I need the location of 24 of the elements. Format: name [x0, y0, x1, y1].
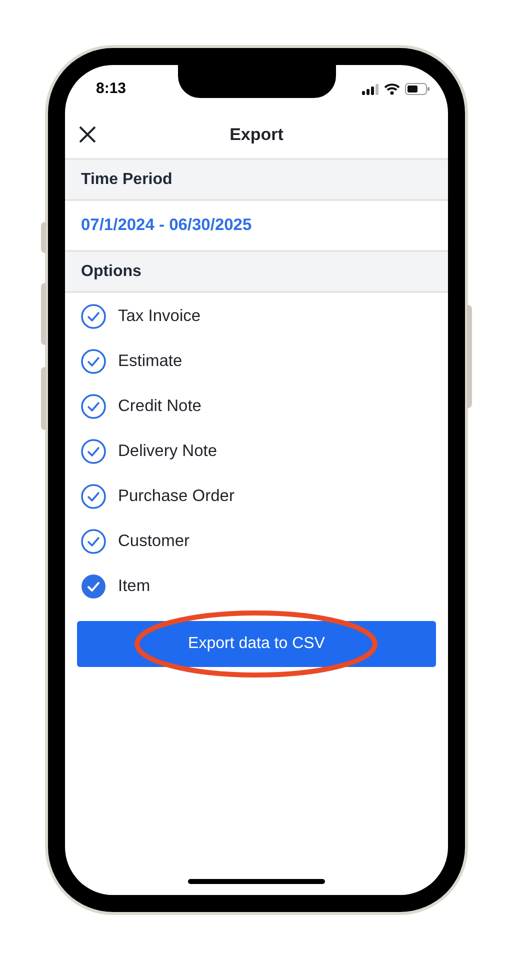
- option-label: Tax Invoice: [118, 306, 201, 328]
- option-label: Customer: [118, 531, 190, 552]
- checked-circle-icon[interactable]: [81, 574, 106, 599]
- option-label: Purchase Order: [118, 486, 234, 508]
- option-label: Item: [118, 576, 150, 598]
- section-heading: Time Period: [81, 170, 172, 190]
- battery-icon: [405, 83, 430, 95]
- screen-title: Export: [230, 124, 284, 146]
- signal-icon: [362, 84, 379, 94]
- check-circle-icon[interactable]: [81, 394, 106, 419]
- date-range[interactable]: 07/1/2024 - 06/30/2025: [81, 213, 252, 238]
- option-label: Estimate: [118, 351, 182, 372]
- export-button[interactable]: Export data to CSV: [77, 621, 436, 667]
- wifi-icon: [384, 83, 400, 95]
- status-time: 8:13: [96, 78, 126, 99]
- check-circle-icon[interactable]: [81, 484, 106, 509]
- option-label: Delivery Note: [118, 441, 218, 462]
- check-circle-icon[interactable]: [81, 349, 106, 374]
- check-circle-icon[interactable]: [81, 304, 106, 329]
- check-circle-icon[interactable]: [81, 439, 106, 464]
- check-circle-icon[interactable]: [81, 529, 106, 554]
- close-icon: [78, 126, 96, 143]
- option-label: Credit Note: [118, 396, 202, 418]
- section-heading: Options: [81, 262, 142, 282]
